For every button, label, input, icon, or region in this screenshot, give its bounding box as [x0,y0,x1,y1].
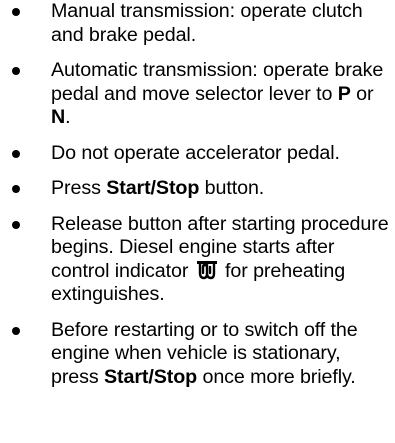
instruction-text-segment: button. [199,177,265,199]
control-label: Start/Stop [106,177,200,199]
instruction-text-segment: Manual transmission: operate clutch and … [51,0,363,46]
bullet-icon [12,220,20,229]
instruction-text: Automatic transmission: operate brake pe… [51,59,383,128]
instruction-text: Before restarting or to switch off the e… [51,319,358,388]
instruction-step: Automatic transmission: operate brake pe… [0,59,391,130]
instruction-text-segment: . [65,106,71,128]
instruction-text-segment: Do not operate accelerator pedal. [51,141,340,164]
instruction-text-segment: Automatic transmission: operate brake pe… [51,59,384,105]
instruction-step: Do not operate accelerator pedal. [0,142,391,166]
instruction-text: Release button after starting procedure … [51,213,389,306]
instruction-step: Release button after starting procedure … [0,213,391,307]
bullet-icon [12,326,20,335]
instruction-page: Manual transmission: operate clutch and … [0,0,395,443]
instruction-text-segment: or [350,82,374,105]
bullet-icon [12,67,20,75]
bullet-icon [12,149,20,158]
preheating-coil-icon [196,260,218,280]
instruction-text: Do not operate accelerator pedal. [51,142,340,164]
instruction-text: Press Start/Stop button. [51,177,264,199]
control-label: P [337,82,351,105]
instruction-list: Manual transmission: operate clutch and … [0,0,391,389]
instruction-text-segment: Press [51,177,107,199]
instruction-step: Press Start/Stop button. [0,177,391,201]
control-label: Start/Stop [104,365,198,388]
control-label: N [51,106,66,128]
instruction-text: Manual transmission: operate clutch and … [51,0,363,46]
instruction-step: Before restarting or to switch off the e… [0,319,391,390]
bullet-icon [12,185,20,193]
bullet-icon [12,8,20,16]
instruction-text-segment: once more briefly. [197,365,356,388]
instruction-step: Manual transmission: operate clutch and … [0,0,391,47]
